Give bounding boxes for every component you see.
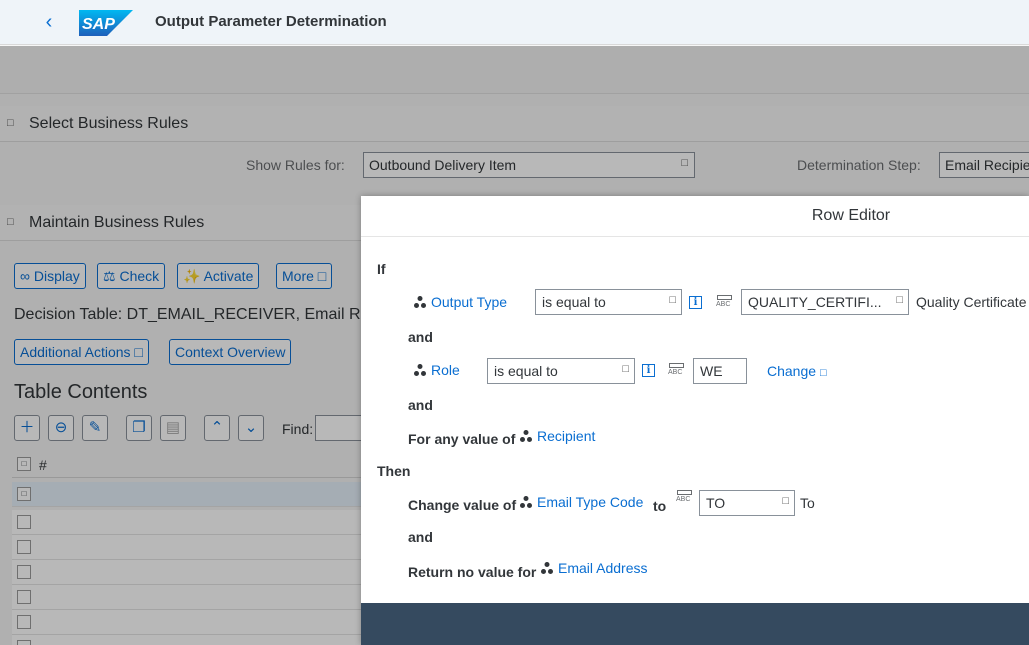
app-title: Output Parameter Determination [155, 13, 387, 30]
output-type-value: QUALITY_CERTIFI... [748, 294, 882, 310]
output-type-attribute[interactable]: Output Type [414, 294, 507, 310]
structure-icon [520, 496, 532, 508]
role-attribute[interactable]: Role [414, 362, 460, 378]
info-icon[interactable]: i [689, 296, 702, 309]
svg-text:SAP: SAP [82, 16, 115, 33]
dialog-header: Row Editor [361, 196, 1029, 237]
role-value-input[interactable]: WE [693, 358, 747, 384]
email-type-code-value: TO [706, 495, 726, 511]
return-no-value-prefix: Return no value for [408, 564, 537, 580]
info-icon[interactable]: i [642, 364, 655, 377]
abc-type-icon: ABC [668, 362, 686, 379]
dropdown-icon: □ [669, 294, 676, 306]
then-keyword: Then [377, 463, 411, 479]
email-type-code-value-input[interactable]: TO □ [699, 490, 795, 516]
change-link[interactable]: Change □ [767, 363, 827, 379]
email-address-label: Email Address [558, 560, 648, 576]
sap-logo[interactable]: SAP [79, 10, 133, 36]
email-type-code-label: Email Type Code [537, 494, 644, 510]
to-keyword: to [653, 498, 667, 514]
dialog-footer [361, 603, 1029, 645]
output-type-label: Output Type [431, 294, 508, 310]
dropdown-icon: □ [622, 363, 629, 375]
operator-value: is equal to [494, 363, 558, 379]
role-label: Role [431, 362, 460, 378]
output-type-description: Quality Certificate [916, 294, 1027, 310]
if-keyword: If [377, 261, 386, 277]
dropdown-icon: □ [819, 367, 827, 379]
structure-icon [414, 364, 426, 376]
operator-value: is equal to [542, 294, 606, 310]
output-type-value-input[interactable]: QUALITY_CERTIFI... □ [741, 289, 909, 315]
any-value-prefix: For any value of [408, 431, 516, 447]
shell-header: ‹ SAP Output Parameter Determination [0, 0, 1029, 45]
and-keyword: and [408, 397, 433, 413]
and-keyword: and [408, 329, 433, 345]
and-keyword: and [408, 529, 433, 545]
email-type-code-attribute[interactable]: Email Type Code [520, 494, 643, 510]
email-type-code-description: To [800, 495, 815, 511]
change-label: Change [767, 363, 817, 379]
change-value-prefix: Change value of [408, 497, 517, 513]
dialog-title: Row Editor [811, 207, 891, 224]
structure-icon [414, 296, 426, 308]
back-icon[interactable]: ‹ [38, 10, 60, 34]
abc-type-icon: ABC [676, 489, 694, 506]
recipient-attribute[interactable]: Recipient [520, 428, 595, 444]
value-help-icon: □ [896, 294, 903, 306]
recipient-label: Recipient [537, 428, 596, 444]
value-help-icon: □ [782, 495, 789, 507]
structure-icon [541, 562, 553, 574]
structure-icon [520, 430, 532, 442]
abc-type-icon: ABC [716, 294, 734, 311]
role-value: WE [700, 363, 723, 379]
email-address-attribute[interactable]: Email Address [541, 560, 647, 576]
output-type-operator-select[interactable]: is equal to □ [535, 289, 682, 315]
role-operator-select[interactable]: is equal to □ [487, 358, 635, 384]
row-editor-dialog: Row Editor If Output Type is equal to □ i… [361, 196, 1029, 645]
